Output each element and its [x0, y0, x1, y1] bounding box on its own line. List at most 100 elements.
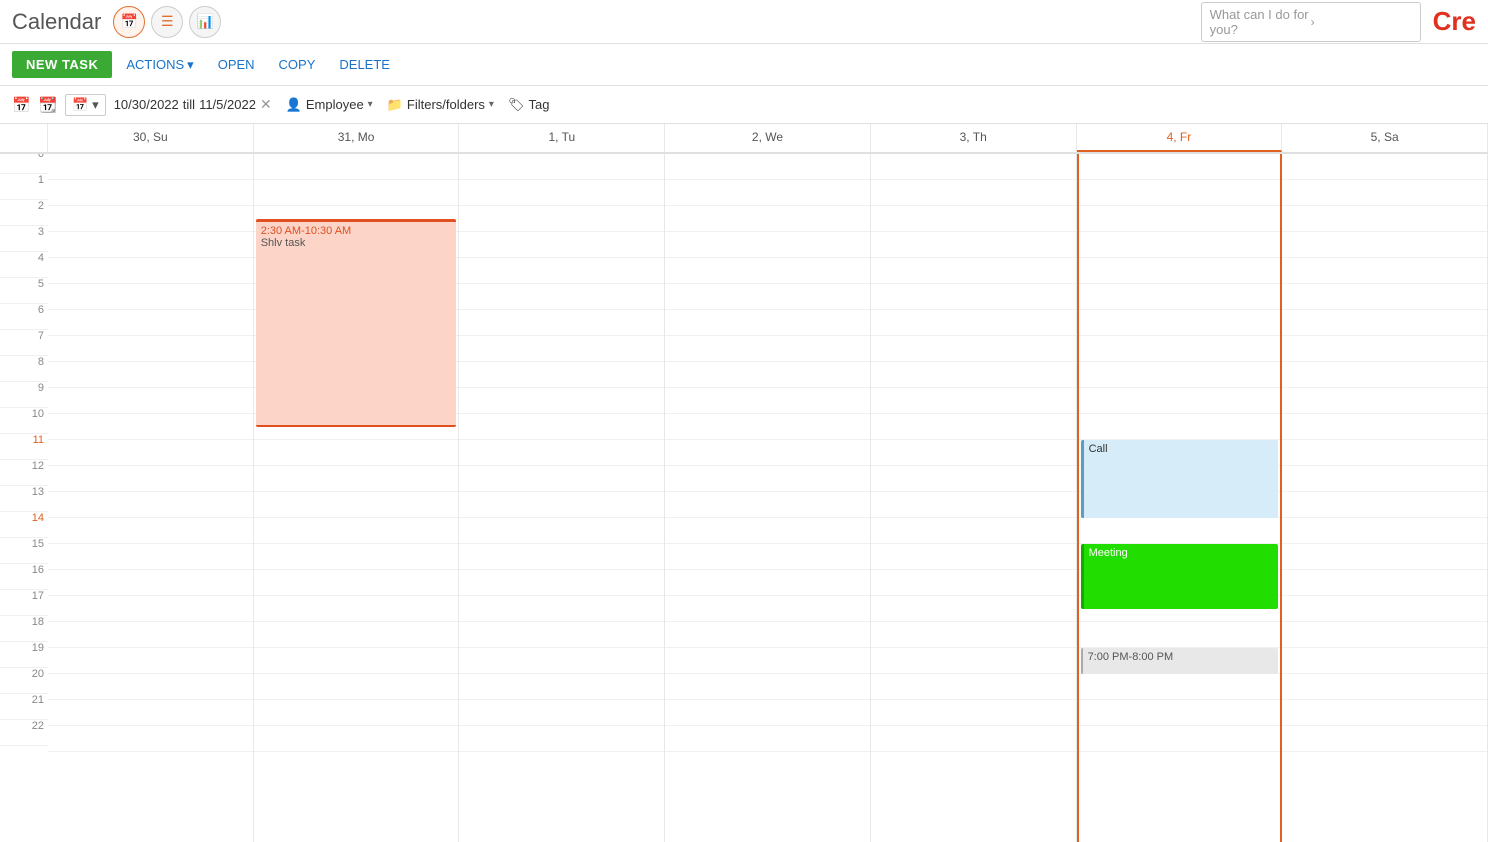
- employee-filter[interactable]: 👤 Employee ▾: [286, 97, 373, 113]
- cell: [1282, 570, 1487, 596]
- hour-11: 11: [0, 434, 48, 460]
- cell: [1282, 284, 1487, 310]
- meeting-event[interactable]: Meeting: [1081, 544, 1279, 609]
- evening-event[interactable]: 7:00 PM-8:00 PM: [1081, 648, 1279, 674]
- cell: [48, 414, 253, 440]
- cell: [48, 466, 253, 492]
- cell: [459, 596, 664, 622]
- cell: [48, 180, 253, 206]
- clear-date-button[interactable]: ✕: [260, 96, 272, 113]
- cell: [1079, 284, 1281, 310]
- hour-21: 21: [0, 694, 48, 720]
- cell: [48, 310, 253, 336]
- hour-0: 0: [0, 154, 48, 174]
- calendar-view-btn[interactable]: 📅: [113, 6, 145, 38]
- cell: [871, 518, 1076, 544]
- cell: [48, 726, 253, 752]
- day-col-6: [1282, 154, 1488, 842]
- day-col-0: [48, 154, 254, 842]
- folder-icon: 📁: [387, 97, 403, 113]
- cell: [48, 336, 253, 362]
- copy-button[interactable]: COPY: [269, 51, 326, 78]
- cell: [48, 622, 253, 648]
- cell: [871, 336, 1076, 362]
- cell: [254, 700, 459, 726]
- cell: [665, 700, 870, 726]
- cell: [459, 336, 664, 362]
- tag-filter[interactable]: 🏷 Tag: [508, 97, 549, 113]
- actions-button[interactable]: ACTIONS ▾: [116, 51, 203, 79]
- cell: [48, 388, 253, 414]
- delete-button[interactable]: DELETE: [329, 51, 400, 78]
- cell: [1282, 362, 1487, 388]
- cell: [254, 154, 459, 180]
- cell: [459, 362, 664, 388]
- cell: [1079, 336, 1281, 362]
- search-box[interactable]: What can I do for you? ›: [1201, 2, 1421, 42]
- cell: [665, 284, 870, 310]
- cell: [254, 440, 459, 466]
- cell: [459, 622, 664, 648]
- cell: [1079, 258, 1281, 284]
- hour-20: 20: [0, 668, 48, 694]
- actions-chevron-icon: ▾: [187, 57, 194, 73]
- cell: [1282, 518, 1487, 544]
- cell: [665, 492, 870, 518]
- list-view-btn[interactable]: ☰: [151, 6, 183, 38]
- cell: [459, 700, 664, 726]
- cell: [48, 674, 253, 700]
- cell: [871, 700, 1076, 726]
- cell: [871, 362, 1076, 388]
- cell: [48, 648, 253, 674]
- day-header-0: 30, Su: [48, 124, 254, 152]
- cell: [1079, 154, 1281, 180]
- cell: [665, 258, 870, 284]
- cell: [871, 726, 1076, 752]
- filters-folders[interactable]: 📁 Filters/folders ▾: [387, 97, 494, 113]
- hour-19: 19: [0, 642, 48, 668]
- cell: [1079, 622, 1281, 648]
- cell: [665, 466, 870, 492]
- calendar-day-icon[interactable]: 📅: [12, 96, 31, 114]
- cell: [1282, 336, 1487, 362]
- calendar-dropdown-icon[interactable]: 📅 ▾: [65, 94, 105, 116]
- cell: [48, 206, 253, 232]
- cell: [1282, 466, 1487, 492]
- cell: [1282, 180, 1487, 206]
- event-title-meeting: Meeting: [1089, 547, 1274, 559]
- cell: [48, 596, 253, 622]
- days-grid: 2:30 AM-10:30 AM Shlv task Call: [48, 154, 1488, 842]
- new-task-button[interactable]: NEW TASK: [12, 51, 112, 78]
- call-event[interactable]: Call: [1081, 440, 1279, 518]
- cell: [665, 518, 870, 544]
- hour-17: 17: [0, 590, 48, 616]
- cell: [871, 648, 1076, 674]
- cell: [1282, 232, 1487, 258]
- hour-8: 8: [0, 356, 48, 382]
- cell: [459, 544, 664, 570]
- cell: [1282, 492, 1487, 518]
- actions-label: ACTIONS: [126, 57, 184, 72]
- calendar-wrapper: 30, Su 31, Mo 1, Tu 2, We 3, Th 4, Fr 5,…: [0, 124, 1488, 842]
- hour-14: 14: [0, 512, 48, 538]
- cell: [1079, 206, 1281, 232]
- employee-label: Employee: [306, 97, 364, 112]
- cell: [254, 492, 459, 518]
- shiv-task-event[interactable]: 2:30 AM-10:30 AM Shlv task: [256, 219, 457, 427]
- cell: [871, 466, 1076, 492]
- cell: [1079, 310, 1281, 336]
- cell: [48, 440, 253, 466]
- calendar-week-icon[interactable]: 📆: [39, 96, 58, 114]
- chart-view-btn[interactable]: 📊: [189, 6, 221, 38]
- cell: [459, 232, 664, 258]
- cell: [665, 414, 870, 440]
- cell: [665, 622, 870, 648]
- open-button[interactable]: OPEN: [208, 51, 265, 78]
- day-header-4: 3, Th: [871, 124, 1077, 152]
- day-col-3: [665, 154, 871, 842]
- cell: [48, 362, 253, 388]
- cell: [48, 258, 253, 284]
- cell: [459, 284, 664, 310]
- cell: [1079, 388, 1281, 414]
- day-header-6: 5, Sa: [1282, 124, 1488, 152]
